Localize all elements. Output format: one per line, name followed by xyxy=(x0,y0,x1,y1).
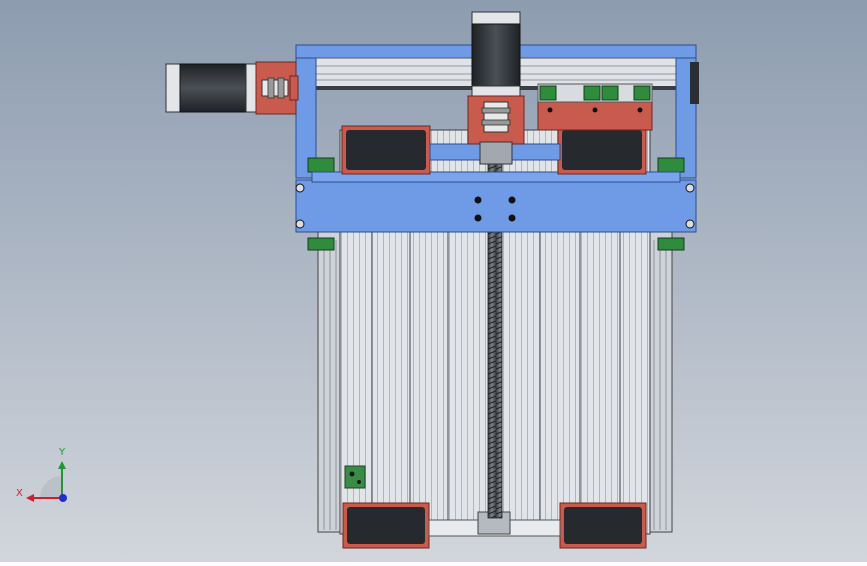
bottom-right-foot-pad xyxy=(564,507,642,544)
right-upright-carriage xyxy=(657,157,685,173)
right-beam-carriage xyxy=(657,237,685,251)
z-motor-rear-cap xyxy=(471,11,521,25)
right-upright-cap xyxy=(690,62,699,104)
carriage-bearing-mid-a xyxy=(583,85,601,101)
x-motor-coupler-ring-2 xyxy=(277,77,285,99)
limit-switch[interactable] xyxy=(344,465,366,489)
x-axis-carriage[interactable] xyxy=(537,83,653,131)
x-motor-coupler-ring xyxy=(267,77,275,99)
gantry-cross-beam xyxy=(295,179,697,233)
bottom-left-foot-pad xyxy=(347,507,425,544)
z-motor-coupler-ring-2 xyxy=(481,119,511,126)
left-beam-carriage xyxy=(307,237,335,251)
z-nut-block xyxy=(479,141,513,165)
z-motor-body xyxy=(471,23,521,87)
z-motor-coupler-ring xyxy=(481,107,511,114)
cross-beam-center-bolt xyxy=(508,196,516,204)
cross-beam-bolt xyxy=(295,183,305,193)
x-motor-rear-cap xyxy=(165,63,181,113)
cross-beam-center-bolt xyxy=(474,196,482,204)
top-right-pad xyxy=(562,130,642,170)
triad-z-axis xyxy=(59,494,67,502)
cad-drawing[interactable]: X Y xyxy=(0,0,867,562)
x-motor-shaft-bearing xyxy=(289,75,299,101)
left-upright-carriage xyxy=(307,157,335,173)
cross-beam-center-bolt xyxy=(474,214,482,222)
cad-viewport[interactable]: X Y xyxy=(0,0,867,562)
limit-switch-screw xyxy=(349,471,355,477)
triad-x-label: X xyxy=(16,488,23,499)
x-motor-body xyxy=(179,63,247,113)
z-motor-coupler xyxy=(483,101,509,133)
carriage-bearing-left xyxy=(539,85,557,101)
triad-y-label: Y xyxy=(58,447,66,458)
carriage-bolt xyxy=(637,107,643,113)
carriage-bearing-mid-b xyxy=(601,85,619,101)
carriage-bolt xyxy=(547,107,553,113)
cross-beam-bolt xyxy=(295,219,305,229)
limit-switch-screw-2 xyxy=(357,480,361,484)
z-axis-stepper-motor[interactable] xyxy=(467,11,525,165)
cross-beam-center-bolt xyxy=(508,214,516,222)
top-left-pad xyxy=(346,130,426,170)
x-axis-stepper-motor[interactable] xyxy=(165,61,299,115)
cross-beam-bolt xyxy=(685,219,695,229)
carriage-bolt xyxy=(592,107,598,113)
cross-beam-bolt xyxy=(685,183,695,193)
carriage-bearing-right xyxy=(633,85,651,101)
carriage-plate xyxy=(537,99,653,131)
